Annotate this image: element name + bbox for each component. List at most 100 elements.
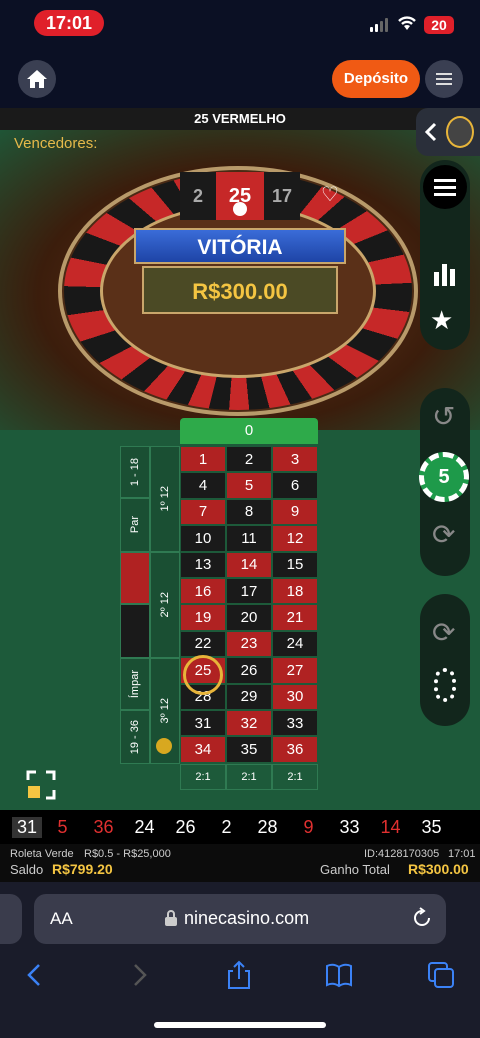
side-panel-bottom: ⟳ (420, 594, 470, 726)
bet-low[interactable]: 1 - 18 (120, 446, 150, 498)
bet-dozen-2[interactable]: 2º 12 (150, 552, 180, 658)
address-bar[interactable]: AA ninecasino.com (34, 894, 446, 944)
bet-number-1[interactable]: 1 (180, 446, 226, 473)
history-number: 2 (221, 816, 232, 837)
bet-number-27[interactable]: 27 (272, 657, 318, 684)
bet-number-12[interactable]: 12 (272, 525, 318, 552)
column-bet-2[interactable]: 2:1 (226, 764, 272, 790)
rebet-icon[interactable]: ⟳ (432, 616, 455, 649)
bet-number-4[interactable]: 4 (180, 472, 226, 499)
tabs-icon[interactable] (426, 960, 456, 990)
win-panel: VITÓRIA R$300.00 (134, 228, 346, 326)
favorite-heart-icon[interactable]: ♡ (316, 182, 344, 210)
bet-number-10[interactable]: 10 (180, 525, 226, 552)
bet-number-36[interactable]: 36 (272, 736, 318, 763)
bet-number-21[interactable]: 21 (272, 604, 318, 631)
bookmarks-icon[interactable] (324, 960, 354, 990)
undo-icon[interactable]: ↺ (432, 400, 455, 433)
racetrack-icon[interactable] (434, 668, 456, 702)
chip-selector[interactable]: 5 (419, 452, 469, 502)
win-title: VITÓRIA (134, 228, 346, 264)
placed-chip-icon (156, 738, 172, 754)
column-bet-1[interactable]: 2:1 (180, 764, 226, 790)
history-number: 31 (12, 816, 42, 838)
bet-even[interactable]: Par (120, 498, 150, 552)
bet-red[interactable] (120, 552, 150, 604)
history-number: 14 (380, 816, 401, 837)
history-number: 28 (257, 816, 278, 837)
roulette-game: 25 VERMELHO Vencedores: 2 25 17 ♡ VITÓRI… (0, 108, 480, 810)
bet-number-30[interactable]: 30 (272, 683, 318, 710)
table-row: 123 (180, 446, 318, 473)
forward-icon[interactable] (124, 960, 154, 990)
bet-number-23[interactable]: 23 (226, 630, 272, 658)
number-grid: 1 2 3 4 5 6 7 8 9 10 11 12 13 14 15 16 17 18 19 20 21 22 23 24 2… (180, 446, 318, 763)
reload-icon[interactable] (411, 907, 433, 929)
bet-number-3[interactable]: 3 (272, 446, 318, 473)
bet-number-11[interactable]: 11 (226, 525, 272, 552)
bet-odd[interactable]: Ímpar (120, 658, 150, 710)
bet-number-14[interactable]: 14 (226, 551, 272, 578)
battery-indicator: 20 (424, 16, 454, 34)
history-number: 33 (339, 816, 360, 837)
table-row: 789 (180, 498, 318, 526)
bet-number-19[interactable]: 19 (180, 604, 226, 631)
bet-high-label: 19 - 36 (129, 719, 141, 755)
previous-tab-edge[interactable] (0, 894, 22, 944)
drops-wins-tab[interactable] (416, 108, 480, 156)
bet-number-34[interactable]: 34 (180, 736, 226, 763)
bet-number-25[interactable]: 25 (180, 655, 226, 696)
share-icon[interactable] (224, 960, 254, 990)
bet-number-17[interactable]: 17 (226, 577, 272, 605)
app-header: Depósito (0, 50, 480, 108)
bet-number-32[interactable]: 32 (226, 709, 272, 737)
hamburger-menu-button[interactable] (423, 165, 467, 209)
bet-low-label: 1 - 18 (129, 457, 141, 487)
bet-zero[interactable]: 0 (180, 418, 318, 444)
bet-black[interactable] (120, 604, 150, 658)
bet-number-20[interactable]: 20 (226, 604, 272, 631)
back-icon[interactable] (20, 960, 50, 990)
bet-number-16[interactable]: 16 (180, 577, 226, 605)
history-number: 9 (303, 816, 314, 837)
dozen-3-label: 3º 12 (159, 698, 171, 724)
bet-number-8[interactable]: 8 (226, 498, 272, 526)
total-win-value: R$300.00 (408, 861, 469, 877)
bet-number-7[interactable]: 7 (180, 498, 226, 526)
bet-number-6[interactable]: 6 (272, 472, 318, 499)
bet-high[interactable]: 19 - 36 (120, 710, 150, 764)
bet-number-5[interactable]: 5 (226, 472, 272, 499)
fullscreen-icon[interactable] (26, 770, 56, 800)
main-menu-button[interactable] (425, 60, 463, 98)
bet-number-22[interactable]: 22 (180, 630, 226, 658)
bet-number-2[interactable]: 2 (226, 446, 272, 473)
history-number: 26 (175, 816, 196, 837)
bet-number-15[interactable]: 15 (272, 551, 318, 578)
last-result: 25 VERMELHO (0, 108, 480, 130)
table-row: 19 20 21 (180, 604, 318, 631)
history-number: 5 (57, 816, 68, 837)
bet-limits: R$0.5 - R$25,000 (84, 848, 171, 860)
winners-label: Vencedores: (14, 135, 98, 152)
bet-number-29[interactable]: 29 (226, 683, 272, 710)
bet-number-35[interactable]: 35 (226, 736, 272, 763)
bet-number-31[interactable]: 31 (180, 709, 226, 737)
column-bet-3[interactable]: 2:1 (272, 764, 318, 790)
bet-number-9[interactable]: 9 (272, 498, 318, 526)
bet-number-26[interactable]: 26 (226, 657, 272, 684)
reader-settings-button[interactable]: AA (50, 909, 73, 929)
home-button[interactable] (18, 60, 56, 98)
deposit-button[interactable]: Depósito (332, 60, 420, 98)
bet-number-24[interactable]: 24 (272, 630, 318, 658)
repeat-icon[interactable]: ⟳ (432, 518, 455, 551)
table-row: 13 14 15 (180, 551, 318, 578)
favorite-bets-icon[interactable]: ★ (430, 305, 453, 336)
bet-dozen-1[interactable]: 1º 12 (150, 446, 180, 552)
bet-number-13[interactable]: 13 (180, 551, 226, 578)
bet-number-33[interactable]: 33 (272, 709, 318, 737)
bet-number-18[interactable]: 18 (272, 577, 318, 605)
balance-value: R$799.20 (52, 861, 113, 877)
lock-icon (165, 910, 177, 926)
history-number: 24 (134, 816, 155, 837)
statistics-icon[interactable] (432, 260, 458, 286)
